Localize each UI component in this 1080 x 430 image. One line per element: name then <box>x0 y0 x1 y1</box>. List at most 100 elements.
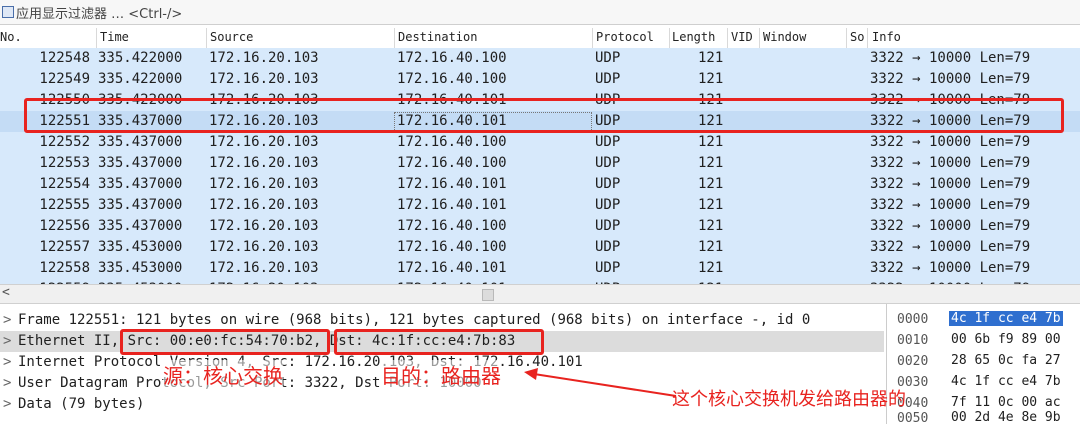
column-header-info[interactable]: Info <box>872 30 901 44</box>
column-header-destination[interactable]: Destination <box>398 30 477 44</box>
table-row[interactable]: 122549 335.422000 172.16.20.103 172.16.40.1… <box>0 69 1080 90</box>
cell-time: 335.453000 <box>98 260 183 276</box>
cell-protocol: UDP <box>595 155 621 171</box>
cell-info: 3322 → 10000 Len=79 <box>870 71 1031 87</box>
display-filter-label: 应用显示过滤器 <box>16 7 108 22</box>
hex-bytes[interactable]: 4c 1f cc e4 7b <box>949 374 1063 389</box>
annotation-arrow-icon <box>524 368 677 397</box>
hex-offset: 0010 <box>897 333 929 348</box>
cell-info: 3322 → 10000 Len=79 <box>870 218 1031 234</box>
cell-protocol: UDP <box>595 197 621 213</box>
cell-length: 121 <box>698 71 724 87</box>
cell-length: 121 <box>698 50 724 66</box>
table-row[interactable]: 122552 335.437000 172.16.20.103 172.16.40.1… <box>0 132 1080 153</box>
cell-time: 335.453000 <box>98 239 183 255</box>
cell-source: 172.16.20.103 <box>209 155 319 171</box>
expand-chevron-icon[interactable]: > <box>3 375 11 391</box>
cell-info: 3322 → 10000 Len=79 <box>870 260 1031 276</box>
cell-protocol: UDP <box>595 260 621 276</box>
column-header-window[interactable]: Window <box>763 30 806 44</box>
cell-protocol: UDP <box>595 239 621 255</box>
column-header-no[interactable]: No. <box>0 30 22 44</box>
table-row[interactable]: 122557 335.453000 172.16.20.103 172.16.40.1… <box>0 237 1080 258</box>
detail-frame[interactable]: > Frame 122551: 121 bytes on wire (968 b… <box>0 310 884 331</box>
display-filter-shortcut: … <Ctrl-/> <box>111 7 183 22</box>
display-filter-placeholder: 应用显示过滤器 … <Ctrl-/> <box>16 3 182 22</box>
cell-no: 122556 <box>39 218 90 234</box>
cell-protocol: UDP <box>595 218 621 234</box>
scroll-thumb[interactable] <box>482 289 494 301</box>
hex-row: 0050 00 2d 4e 8e 9b <box>887 409 1080 430</box>
cell-info: 3322 → 10000 Len=79 <box>870 134 1031 150</box>
expand-chevron-icon[interactable]: > <box>3 396 11 412</box>
annotation-note: 这个核心交换机发给路由器的 <box>672 389 906 410</box>
hex-bytes[interactable]: 00 2d 4e 8e 9b <box>949 410 1063 425</box>
table-row[interactable]: 122548 335.422000 172.16.20.103 172.16.40.1… <box>0 48 1080 69</box>
cell-time: 335.437000 <box>98 176 183 192</box>
table-row[interactable]: 122558 335.453000 172.16.20.103 172.16.40.1… <box>0 258 1080 279</box>
hex-bytes[interactable]: 28 65 0c fa 27 <box>949 353 1063 368</box>
hex-offset: 0000 <box>897 312 929 327</box>
column-header-protocol[interactable]: Protocol <box>596 30 654 44</box>
cell-destination: 172.16.40.100 <box>397 71 507 87</box>
cell-source: 172.16.20.103 <box>209 176 319 192</box>
display-filter-bar[interactable]: 应用显示过滤器 … <Ctrl-/> <box>0 0 1080 25</box>
column-header-time[interactable]: Time <box>100 30 129 44</box>
cell-protocol: UDP <box>595 134 621 150</box>
cell-length: 121 <box>698 218 724 234</box>
column-header-so[interactable]: So <box>850 30 864 44</box>
cell-length: 121 <box>698 260 724 276</box>
table-row[interactable]: 122555 335.437000 172.16.20.103 172.16.40.1… <box>0 195 1080 216</box>
filter-bookmark-icon[interactable] <box>2 6 14 18</box>
cell-no: 122553 <box>39 155 90 171</box>
scroll-left-icon[interactable]: < <box>2 285 10 300</box>
cell-source: 172.16.20.103 <box>209 71 319 87</box>
selected-row-highlight-box <box>24 98 1064 133</box>
cell-destination: 172.16.40.100 <box>397 155 507 171</box>
hex-bytes[interactable]: 00 6b f9 89 00 <box>949 332 1063 347</box>
cell-source: 172.16.20.103 <box>209 134 319 150</box>
packet-list: 122548 335.422000 172.16.20.103 172.16.40.1… <box>0 48 1080 284</box>
cell-info: 3322 → 10000 Len=79 <box>870 176 1031 192</box>
column-header-vid[interactable]: VID <box>731 30 753 44</box>
cell-destination: 172.16.40.101 <box>397 197 507 213</box>
src-mac-highlight-box <box>120 329 330 355</box>
hex-row: 0010 00 6b f9 89 00 <box>887 331 1080 352</box>
cell-length: 121 <box>698 239 724 255</box>
hex-offset: 0020 <box>897 354 929 369</box>
table-row[interactable]: 122554 335.437000 172.16.20.103 172.16.40.1… <box>0 174 1080 195</box>
cell-time: 335.422000 <box>98 71 183 87</box>
cell-length: 121 <box>698 134 724 150</box>
column-header-length[interactable]: Length <box>672 30 715 44</box>
cell-destination: 172.16.40.100 <box>397 218 507 234</box>
packet-list-horizontal-scrollbar[interactable]: < <box>0 284 1080 304</box>
column-header-source[interactable]: Source <box>210 30 253 44</box>
table-row[interactable]: 122556 335.437000 172.16.20.103 172.16.40.1… <box>0 216 1080 237</box>
cell-protocol: UDP <box>595 71 621 87</box>
expand-chevron-icon[interactable]: > <box>3 333 11 349</box>
cell-time: 335.437000 <box>98 155 183 171</box>
cell-info: 3322 → 10000 Len=79 <box>870 197 1031 213</box>
cell-source: 172.16.20.103 <box>209 50 319 66</box>
cell-source: 172.16.20.103 <box>209 239 319 255</box>
cell-no: 122558 <box>39 260 90 276</box>
cell-no: 122552 <box>39 134 90 150</box>
cell-source: 172.16.20.103 <box>209 260 319 276</box>
cell-no: 122548 <box>39 50 90 66</box>
src-annotation-label: 源：核心交换 <box>163 360 283 389</box>
hex-bytes[interactable]: 4c 1f cc e4 7b <box>949 311 1063 326</box>
expand-chevron-icon[interactable]: > <box>3 312 11 328</box>
cell-protocol: UDP <box>595 176 621 192</box>
cell-length: 121 <box>698 197 724 213</box>
cell-info: 3322 → 10000 Len=79 <box>870 155 1031 171</box>
cell-time: 335.437000 <box>98 134 183 150</box>
cell-destination: 172.16.40.101 <box>397 260 507 276</box>
table-row[interactable]: 122553 335.437000 172.16.20.103 172.16.40.1… <box>0 153 1080 174</box>
hex-row: 0030 4c 1f cc e4 7b <box>887 373 1080 394</box>
cell-destination: 172.16.40.100 <box>397 239 507 255</box>
cell-no: 122557 <box>39 239 90 255</box>
hex-bytes[interactable]: 7f 11 0c 00 ac <box>949 395 1063 410</box>
packet-bytes-pane: 0000 4c 1f cc e4 7b 0010 00 6b f9 89 00 … <box>886 304 1080 426</box>
hex-row: 0020 28 65 0c fa 27 <box>887 352 1080 373</box>
expand-chevron-icon[interactable]: > <box>3 354 11 370</box>
